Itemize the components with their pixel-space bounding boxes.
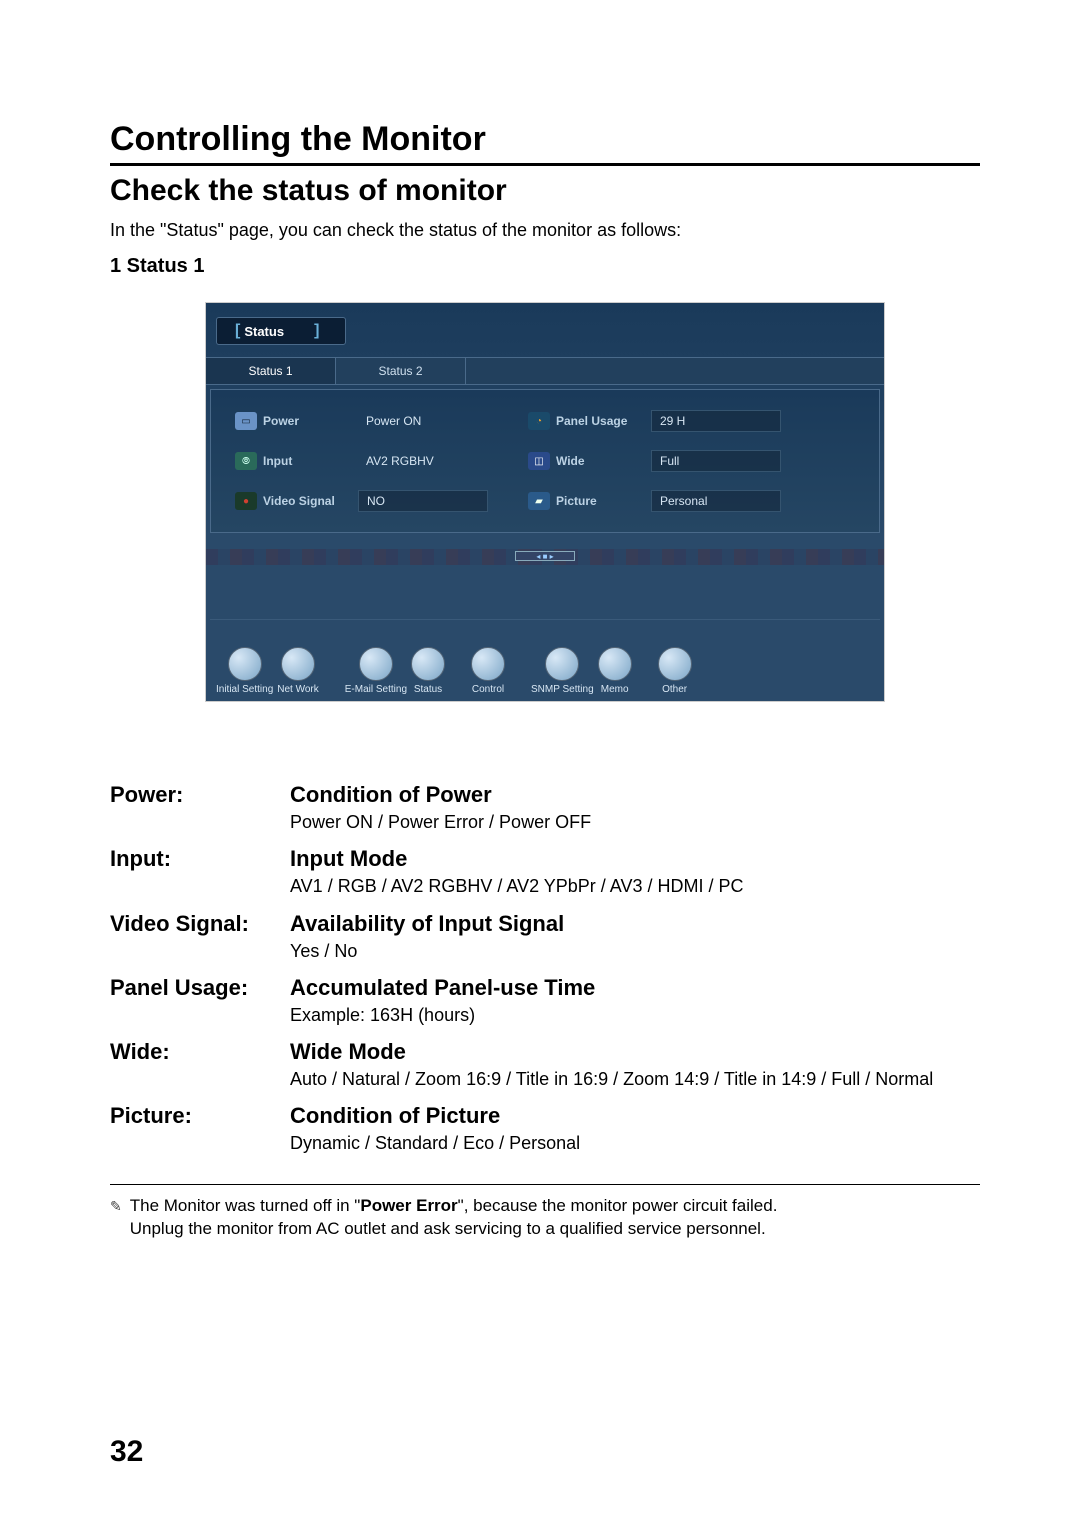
wide-label: Wide (556, 454, 651, 468)
power-value: Power ON (358, 411, 488, 431)
nav-email-setting[interactable]: E-Mail Setting (345, 647, 407, 695)
def-detail-wide: Auto / Natural / Zoom 16:9 / Title in 16… (290, 1067, 980, 1091)
nav-status[interactable]: Status (411, 647, 445, 695)
def-head-panelusage: Accumulated Panel-use Time (290, 975, 980, 1001)
tab-status[interactable]: [ Status ] (216, 317, 346, 345)
video-signal-value: NO (358, 490, 488, 512)
picture-value: Personal (651, 490, 781, 512)
status-row-input: ⦾ Input AV2 RGBHV ◫ Wide Full (235, 450, 855, 472)
footnote-body: The Monitor was turned off in "Power Err… (130, 1195, 778, 1241)
def-head-picture: Condition of Picture (290, 1103, 980, 1129)
def-detail-power: Power ON / Power Error / Power OFF (290, 810, 980, 834)
pencil-icon: ✎ (110, 1198, 122, 1215)
section-label: 1 Status 1 (110, 255, 980, 278)
panel-usage-value: 29 H (651, 410, 781, 432)
status-row-power: ▭ Power Power ON ◔ Panel Usage 29 H (235, 410, 855, 432)
definitions: Power: Condition of Power Power ON / Pow… (110, 782, 980, 1185)
def-head-power: Condition of Power (290, 782, 980, 808)
video-signal-label: Video Signal (263, 494, 358, 508)
def-detail-picture: Dynamic / Standard / Eco / Personal (290, 1131, 980, 1155)
nav-label: Control (472, 684, 504, 695)
note-post: ", because the monitor power circuit fai… (458, 1196, 778, 1215)
nav-initial-setting[interactable]: Initial Setting (216, 647, 273, 695)
status-row-videosignal: ● Video Signal NO ▰ Picture Personal (235, 490, 855, 512)
initial-setting-icon (228, 647, 262, 681)
def-detail-input: AV1 / RGB / AV2 RGBHV / AV2 YPbPr / AV3 … (290, 874, 980, 898)
video-signal-icon: ● (235, 492, 257, 510)
nav-label: Status (414, 684, 442, 695)
other-icon (658, 647, 692, 681)
def-term-videosignal: Video Signal: (110, 911, 290, 971)
def-detail-videosignal: Yes / No (290, 939, 980, 963)
page-number: 32 (110, 1435, 143, 1469)
wide-icon: ◫ (528, 452, 550, 470)
nav-other[interactable]: Other (658, 647, 692, 695)
def-term-input: Input: (110, 846, 290, 906)
nav-label: SNMP Setting (531, 684, 594, 695)
def-detail-panelusage: Example: 163H (hours) (290, 1003, 980, 1027)
email-setting-icon (359, 647, 393, 681)
nav-memo[interactable]: Memo (598, 647, 632, 695)
status-panel: ▭ Power Power ON ◔ Panel Usage 29 H ⦾ In… (210, 389, 880, 533)
picture-icon: ▰ (528, 492, 550, 510)
input-icon: ⦾ (235, 452, 257, 470)
def-head-videosignal: Availability of Input Signal (290, 911, 980, 937)
def-term-picture: Picture: (110, 1103, 290, 1163)
memo-icon (598, 647, 632, 681)
nav-snmp-setting[interactable]: SNMP Setting (531, 647, 594, 695)
def-term-power: Power: (110, 782, 290, 842)
panel-usage-label: Panel Usage (556, 414, 651, 428)
note-line2: Unplug the monitor from AC outlet and as… (130, 1219, 766, 1238)
picture-label: Picture (556, 494, 651, 508)
bracket-left-icon: [ (235, 322, 240, 340)
tab-status-label: Status (244, 324, 284, 339)
def-head-wide: Wide Mode (290, 1039, 980, 1065)
input-value: AV2 RGBHV (358, 451, 488, 471)
snmp-setting-icon (545, 647, 579, 681)
network-icon (281, 647, 315, 681)
def-term-panelusage: Panel Usage: (110, 975, 290, 1035)
page-subtitle: Check the status of monitor (110, 174, 980, 208)
bracket-right-icon: ] (314, 322, 319, 340)
subtab-bar: Status 1 Status 2 (206, 357, 884, 385)
bottom-nav: Initial Setting Net Work E-Mail Setting … (216, 647, 874, 695)
wide-value: Full (651, 450, 781, 472)
footnote: ✎ The Monitor was turned off in "Power E… (110, 1195, 980, 1241)
control-icon (471, 647, 505, 681)
page-title: Controlling the Monitor (110, 120, 980, 166)
mini-nav-icon: ◂ ■ ▸ (515, 551, 575, 561)
def-head-input: Input Mode (290, 846, 980, 872)
def-term-wide: Wide: (110, 1039, 290, 1099)
nav-label: Other (662, 684, 687, 695)
nav-label: Net Work (277, 684, 319, 695)
nav-network[interactable]: Net Work (277, 647, 319, 695)
subtab-status2[interactable]: Status 2 (336, 358, 466, 384)
nav-control[interactable]: Control (471, 647, 505, 695)
nav-label: Initial Setting (216, 684, 273, 695)
divider-line (210, 619, 880, 620)
subtab-status1[interactable]: Status 1 (206, 358, 336, 384)
intro-text: In the "Status" page, you can check the … (110, 220, 980, 241)
input-label: Input (263, 454, 358, 468)
power-icon: ▭ (235, 412, 257, 430)
nav-label: E-Mail Setting (345, 684, 407, 695)
nav-label: Memo (601, 684, 629, 695)
status-icon (411, 647, 445, 681)
panel-usage-icon: ◔ (528, 412, 550, 430)
status-screenshot: [ Status ] Status 1 Status 2 ▭ Power Pow… (205, 302, 885, 702)
power-label: Power (263, 414, 358, 428)
note-pre: The Monitor was turned off in " (130, 1196, 361, 1215)
note-bold: Power Error (360, 1196, 457, 1215)
